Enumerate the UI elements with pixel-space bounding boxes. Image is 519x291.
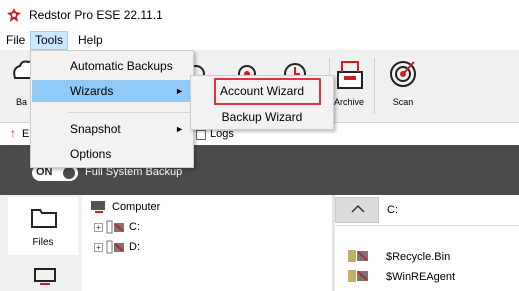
menu-item-snapshot[interactable]: Snapshot ►	[32, 118, 192, 140]
tree-drive-c[interactable]: C:	[129, 221, 140, 233]
expand-icon[interactable]: +	[94, 223, 103, 232]
logs-icon	[196, 130, 206, 140]
menu-separator	[68, 112, 190, 113]
computer-icon[interactable]	[34, 268, 56, 286]
tab-partial-e[interactable]: E	[22, 128, 29, 140]
submenu-arrow-icon: ►	[175, 86, 184, 96]
up-arrow-icon: ↑	[10, 126, 16, 140]
tree-root-label[interactable]: Computer	[112, 201, 160, 213]
scan-icon[interactable]	[386, 56, 420, 94]
app-logo-icon	[7, 8, 21, 22]
archive-label: Archive	[333, 97, 364, 107]
highlight-box	[214, 78, 321, 105]
menu-help[interactable]: Help	[74, 32, 107, 48]
submenu-arrow-icon: ►	[175, 124, 184, 134]
tree-drive-d[interactable]: D:	[129, 241, 140, 253]
menu-bar: File Tools Help	[0, 30, 519, 50]
folder-icon	[348, 250, 368, 262]
chevron-up-icon	[351, 204, 365, 213]
file-item[interactable]: $WinREAgent	[386, 271, 455, 283]
menu-item-wizards[interactable]: Wizards ►	[32, 80, 192, 102]
folder-icon	[348, 270, 368, 282]
menu-file[interactable]: File	[2, 32, 29, 48]
backups-label: Ba	[16, 97, 28, 107]
menu-item-label: Wizards	[70, 84, 114, 98]
current-path: C:	[387, 204, 398, 216]
expand-icon[interactable]: +	[94, 243, 103, 252]
computer-node-icon	[91, 201, 105, 213]
toggle-knob	[63, 167, 75, 179]
menu-item-label: Options	[70, 147, 112, 161]
folder-icon	[31, 209, 57, 228]
drive-d-icon	[106, 240, 124, 254]
file-item[interactable]: $Recycle.Bin	[386, 251, 450, 263]
toolbar-separator	[374, 58, 375, 114]
menu-item-label: Snapshot	[70, 122, 121, 136]
archive-icon[interactable]	[334, 56, 366, 94]
window-title: Redstor Pro ESE 22.11.1	[29, 8, 163, 22]
drive-c-icon	[106, 220, 124, 234]
menu-tools[interactable]: Tools	[30, 31, 69, 50]
list-separator	[335, 225, 519, 226]
menu-item-automatic-backups[interactable]: Automatic Backups	[32, 55, 192, 77]
menu-item-options[interactable]: Options	[32, 143, 192, 165]
tools-menu: Automatic Backups Wizards ► Snapshot ► Opt…	[30, 50, 194, 168]
menu-item-backup-wizard[interactable]: Backup Wizard	[191, 106, 333, 128]
nav-files-label: Files	[32, 237, 54, 248]
menu-item-label: Automatic Backups	[70, 59, 173, 73]
scan-label: Scan	[392, 97, 414, 107]
